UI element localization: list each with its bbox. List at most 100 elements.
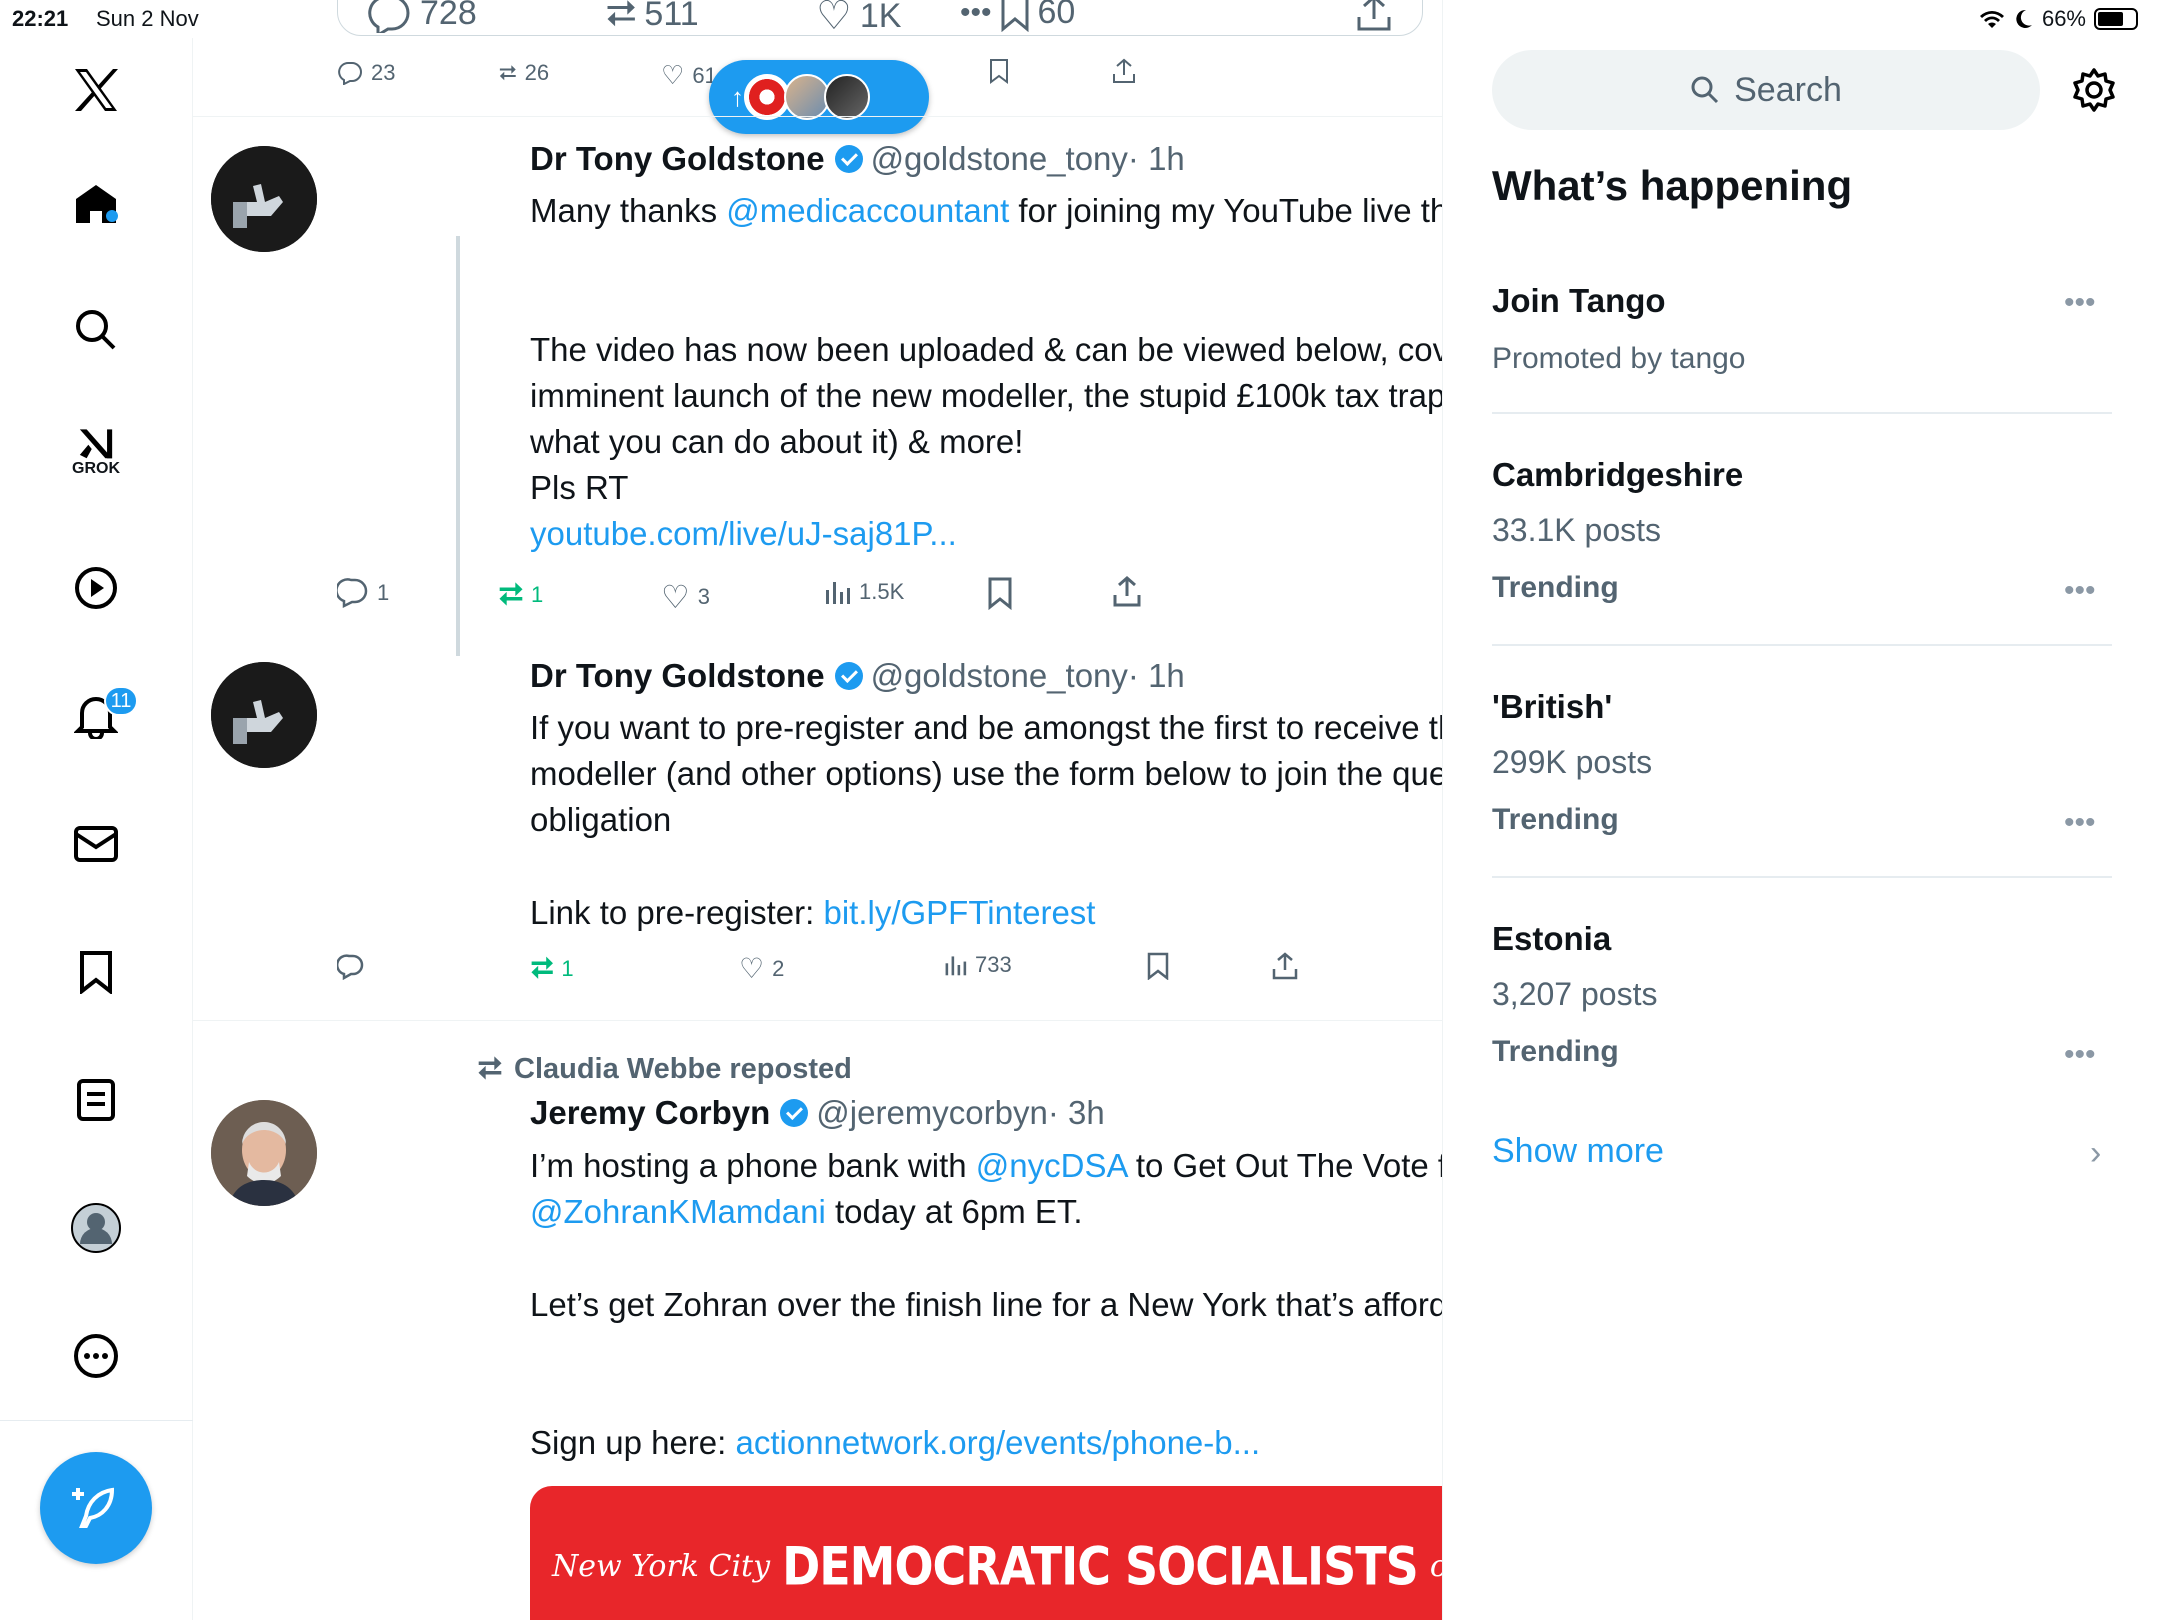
reply-button[interactable]: 1 [337, 578, 389, 608]
trend-more-icon[interactable]: ••• [2064, 286, 2096, 320]
tweet-paragraph: Pls RT [530, 469, 629, 506]
like-button[interactable]: ♡ 3 [661, 578, 710, 616]
tweet-paragraph: The video has now been uploaded & can be… [530, 331, 1443, 460]
repost-icon: ⮂ [499, 60, 517, 85]
share-button[interactable] [1271, 952, 1299, 980]
nav-divider [0, 1420, 193, 1421]
prev-like[interactable]: ♡ 61 [661, 60, 717, 91]
wifi-icon [1979, 11, 2004, 28]
mention-link[interactable]: @nycDSA [976, 1147, 1127, 1184]
author-handle[interactable]: @goldstone_tony [871, 140, 1128, 177]
text-segment: I’m hosting a phone bank with [530, 1147, 976, 1184]
views-button[interactable]: 1.5K [823, 578, 904, 606]
reply-icon [368, 0, 410, 33]
avatar-corbyn[interactable] [211, 1100, 317, 1206]
bookmark-button[interactable] [1147, 952, 1169, 980]
status-time: 22:21 [12, 6, 69, 31]
divider [1492, 412, 2112, 414]
bookmark-icon [1001, 0, 1029, 32]
like-count: 2 [772, 955, 785, 981]
card-title: DEMOCRATIC SOCIALISTS [782, 1534, 1419, 1598]
arrow-up-icon: ↑ [731, 81, 744, 112]
prev-share[interactable] [1111, 58, 1137, 84]
divider [1492, 876, 2112, 878]
card-bookmark[interactable]: ••• 60 [960, 0, 1075, 32]
trend-tag: Trending [1492, 803, 1619, 836]
grok-icon[interactable]: GROK [70, 426, 122, 478]
lists-icon[interactable] [70, 1074, 122, 1126]
author-name[interactable]: Dr Tony Goldstone [530, 140, 825, 177]
heart-icon: ♡ [661, 60, 685, 90]
tweet-text: Link to pre-register: bit.ly/GPFTinteres… [530, 890, 1442, 936]
quoted-card[interactable]: 728 ⮂ 511 ♡ 1K ••• 60 [337, 0, 1423, 39]
search-input[interactable]: Search [1492, 50, 2040, 130]
trend-more-icon[interactable]: ••• [2064, 806, 2096, 840]
trend-item[interactable]: Cambridgeshire 33.1K posts Trending [1492, 456, 2112, 605]
home-icon[interactable] [70, 178, 122, 230]
bookmarks-icon[interactable] [70, 946, 122, 998]
avatar-goldstone[interactable] [211, 662, 317, 768]
profile-avatar-icon[interactable] [70, 1202, 122, 1254]
signup-link[interactable]: actionnetwork.org/events/phone-b... [735, 1424, 1260, 1461]
compose-button[interactable] [40, 1452, 152, 1564]
trend-sub: 33.1K posts [1492, 512, 1661, 548]
link-card-image[interactable]: New York City DEMOCRATIC SOCIALISTS of A… [530, 1486, 1442, 1620]
x-logo-icon[interactable] [70, 64, 122, 116]
card-reply[interactable]: 728 [366, 0, 477, 33]
card-reply-count: 728 [420, 0, 477, 32]
search-nav-icon[interactable] [70, 304, 122, 356]
grok-label: GROK [72, 460, 120, 477]
card-like[interactable]: ♡ 1K [816, 0, 901, 39]
reposted-by[interactable]: ⮂ Claudia Webbe reposted [478, 1052, 852, 1086]
messages-icon[interactable] [70, 818, 122, 870]
like-button[interactable]: ♡ 2 [739, 952, 784, 985]
repost-button[interactable]: ⮂ 1 [499, 578, 543, 612]
author-name[interactable]: Dr Tony Goldstone [530, 657, 825, 694]
prev-bookmark[interactable] [989, 58, 1009, 84]
trend-more-icon[interactable]: ••• [2064, 574, 2096, 608]
views-icon [945, 956, 967, 976]
trend-item[interactable]: 'British' 299K posts Trending [1492, 688, 2112, 837]
trend-item[interactable]: Join Tango Promoted by tango [1492, 282, 2112, 376]
trend-more-icon[interactable]: ••• [2064, 1038, 2096, 1072]
mention-link[interactable]: @ZohranKMamdani [530, 1193, 826, 1230]
prev-repost-count: 26 [524, 60, 550, 85]
verified-badge-icon [834, 662, 863, 690]
text-segment: for joining my YouTube live this evening [1018, 192, 1442, 229]
card-share[interactable] [1354, 0, 1394, 33]
author-handle[interactable]: @goldstone_tony [871, 657, 1128, 694]
divider [1492, 644, 2112, 646]
more-icon[interactable] [70, 1330, 122, 1382]
status-date: Sun 2 Nov [96, 6, 199, 31]
reply-count: 1 [377, 580, 390, 605]
preregister-link[interactable]: bit.ly/GPFTinterest [823, 894, 1095, 931]
show-more-link[interactable]: Show more [1492, 1132, 1664, 1171]
new-posts-pill[interactable]: ↑ [709, 60, 929, 134]
author-handle[interactable]: @jeremycorbyn [816, 1094, 1048, 1131]
share-button[interactable] [1111, 576, 1143, 608]
reply-icon [337, 578, 368, 608]
trend-item[interactable]: Estonia 3,207 posts Trending [1492, 920, 2112, 1069]
settings-gear-icon[interactable] [2070, 66, 2118, 114]
video-icon[interactable] [70, 562, 122, 614]
search-icon [1691, 76, 1719, 104]
author-name[interactable]: Jeremy Corbyn [530, 1094, 770, 1131]
trend-tag: Trending [1492, 1035, 1619, 1068]
bookmark-icon [988, 577, 1012, 610]
search-placeholder: Search [1734, 70, 1842, 109]
prev-reply[interactable]: 23 [337, 60, 395, 86]
chevron-right-icon[interactable]: › [2090, 1134, 2101, 1173]
tweet-header: Dr Tony Goldstone @goldstone_tony· 1h [530, 657, 1185, 695]
verified-badge-icon [780, 1099, 809, 1127]
views-button[interactable]: 733 [943, 952, 1012, 978]
youtube-link[interactable]: youtube.com/live/uJ-saj81P... [530, 511, 1442, 557]
card-like-count: 1K [859, 0, 902, 35]
card-repost[interactable]: ⮂ 511 [606, 0, 699, 36]
avatar-goldstone[interactable] [211, 146, 317, 252]
reply-button[interactable] [337, 954, 365, 980]
prev-repost[interactable]: ⮂ 26 [499, 60, 549, 86]
repost-button[interactable]: ⮂ 1 [531, 952, 574, 985]
bookmark-button[interactable] [987, 576, 1013, 610]
card-text: New York City [551, 1548, 771, 1584]
mention-link[interactable]: @medicaccountant [726, 192, 1009, 229]
